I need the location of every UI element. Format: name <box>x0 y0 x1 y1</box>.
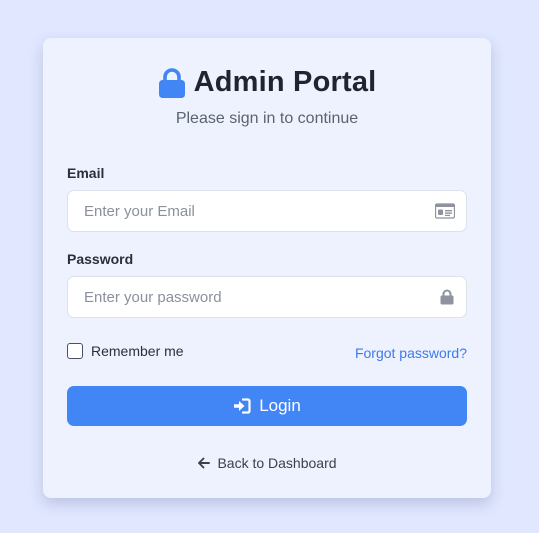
back-to-dashboard-label: Back to Dashboard <box>217 455 337 471</box>
email-label: Email <box>67 165 105 181</box>
id-card-icon <box>434 203 456 224</box>
email-field[interactable] <box>68 191 466 231</box>
login-card: Admin Portal Please sign in to continue … <box>43 38 491 498</box>
login-button-label: Login <box>259 396 301 415</box>
page-title: Admin Portal <box>193 66 377 98</box>
password-field[interactable] <box>68 277 466 317</box>
forgot-password-link[interactable]: Forgot password? <box>355 345 467 361</box>
sign-in-icon <box>234 398 251 414</box>
header: Admin Portal <box>43 66 491 99</box>
lock-icon <box>158 67 186 99</box>
lock-icon <box>440 289 454 310</box>
email-field-wrapper <box>67 190 467 232</box>
password-field-wrapper <box>67 276 467 318</box>
arrow-left-icon <box>198 457 211 469</box>
password-label: Password <box>67 251 134 267</box>
remember-me: Remember me <box>67 343 184 359</box>
remember-me-checkbox[interactable] <box>67 343 83 359</box>
login-button[interactable]: Login <box>67 386 467 426</box>
back-to-dashboard-link[interactable]: Back to Dashboard <box>43 455 491 471</box>
page-subtitle: Please sign in to continue <box>175 110 359 127</box>
remember-me-label[interactable]: Remember me <box>91 343 184 359</box>
